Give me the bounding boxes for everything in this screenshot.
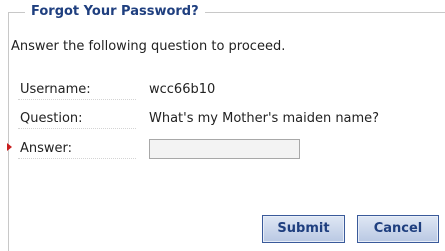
answer-label: Answer: bbox=[18, 139, 136, 159]
cancel-button[interactable]: Cancel bbox=[357, 215, 439, 243]
question-row: Question: What's my Mother's maiden name… bbox=[18, 109, 445, 129]
username-value: wcc66b10 bbox=[149, 82, 216, 97]
form-title: Forgot Your Password? bbox=[25, 4, 205, 20]
instruction-text: Answer the following question to proceed… bbox=[11, 39, 286, 54]
question-value: What's my Mother's maiden name? bbox=[149, 111, 380, 126]
username-label: Username: bbox=[18, 80, 136, 100]
answer-row: Answer: bbox=[7, 139, 445, 159]
answer-input[interactable] bbox=[149, 139, 300, 159]
required-arrow-icon bbox=[7, 143, 12, 151]
username-row: Username: wcc66b10 bbox=[18, 80, 445, 100]
question-label: Question: bbox=[18, 109, 136, 129]
submit-button[interactable]: Submit bbox=[262, 215, 345, 243]
